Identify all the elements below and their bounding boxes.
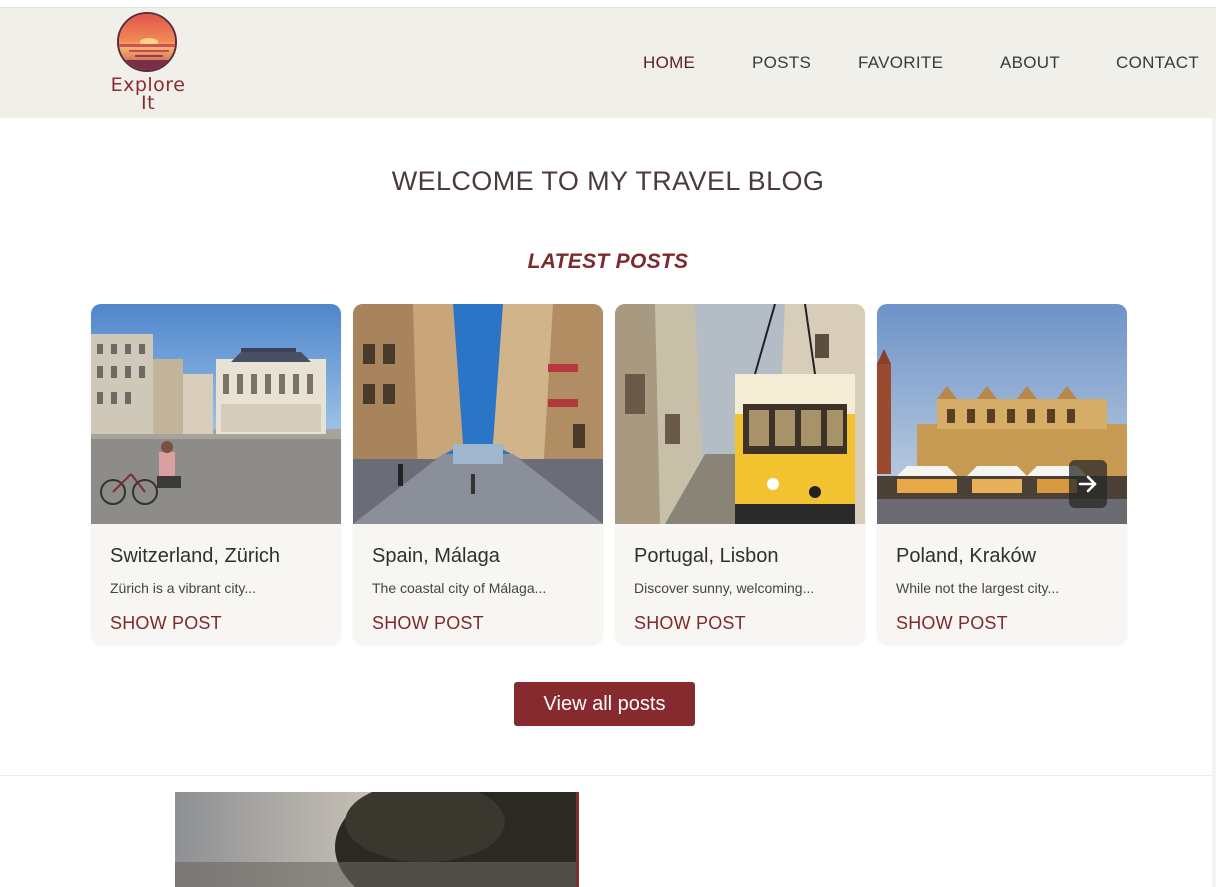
carousel-next-button[interactable]: [1069, 460, 1107, 508]
post-card[interactable]: Switzerland, Zürich Zürich is a vibrant …: [91, 304, 341, 644]
site-header: Explore It HOME POSTS FAVORITE ABOUT CON…: [0, 8, 1216, 118]
post-image-lisbon[interactable]: [615, 304, 865, 524]
post-title: Poland, Kraków: [896, 545, 1037, 567]
post-image-malaga[interactable]: [353, 304, 603, 524]
show-post-link[interactable]: SHOW POST: [896, 613, 1008, 634]
post-excerpt: The coastal city of Málaga...: [372, 580, 547, 596]
page-scrollbar[interactable]: [1212, 118, 1216, 887]
show-post-link[interactable]: SHOW POST: [372, 613, 484, 634]
post-title: Portugal, Lisbon: [634, 545, 779, 567]
latest-posts-heading: LATEST POSTS: [527, 250, 689, 273]
main-nav: HOME POSTS FAVORITE ABOUT CONTACT: [0, 8, 1216, 118]
post-image-zurich[interactable]: [91, 304, 341, 524]
post-excerpt: Discover sunny, welcoming...: [634, 580, 815, 596]
post-title: Switzerland, Zürich: [110, 545, 281, 567]
section-divider: [0, 775, 1216, 776]
post-excerpt: Zürich is a vibrant city...: [110, 580, 257, 596]
post-title: Spain, Málaga: [372, 545, 500, 567]
show-post-link[interactable]: SHOW POST: [110, 613, 222, 634]
top-border: [0, 0, 1216, 8]
nav-about[interactable]: ABOUT: [1000, 53, 1060, 73]
nav-contact[interactable]: CONTACT: [1116, 53, 1199, 73]
nav-favorite[interactable]: FAVORITE: [858, 53, 943, 73]
nav-home[interactable]: HOME: [643, 53, 695, 73]
post-card[interactable]: Portugal, Lisbon Discover sunny, welcomi…: [615, 304, 865, 644]
arrow-right-icon: [1078, 475, 1097, 493]
post-card[interactable]: Spain, Málaga The coastal city of Málaga…: [353, 304, 603, 644]
featured-image[interactable]: [175, 792, 579, 887]
view-all-posts-button[interactable]: View all posts: [514, 682, 695, 726]
page-title-text: WELCOME TO MY TRAVEL BLOG: [391, 166, 825, 196]
nav-posts[interactable]: POSTS: [752, 53, 811, 73]
page-title: WELCOME TO MY TRAVEL BLOG: [0, 166, 1216, 197]
show-post-link[interactable]: SHOW POST: [634, 613, 746, 634]
post-excerpt: While not the largest city...: [896, 580, 1060, 596]
